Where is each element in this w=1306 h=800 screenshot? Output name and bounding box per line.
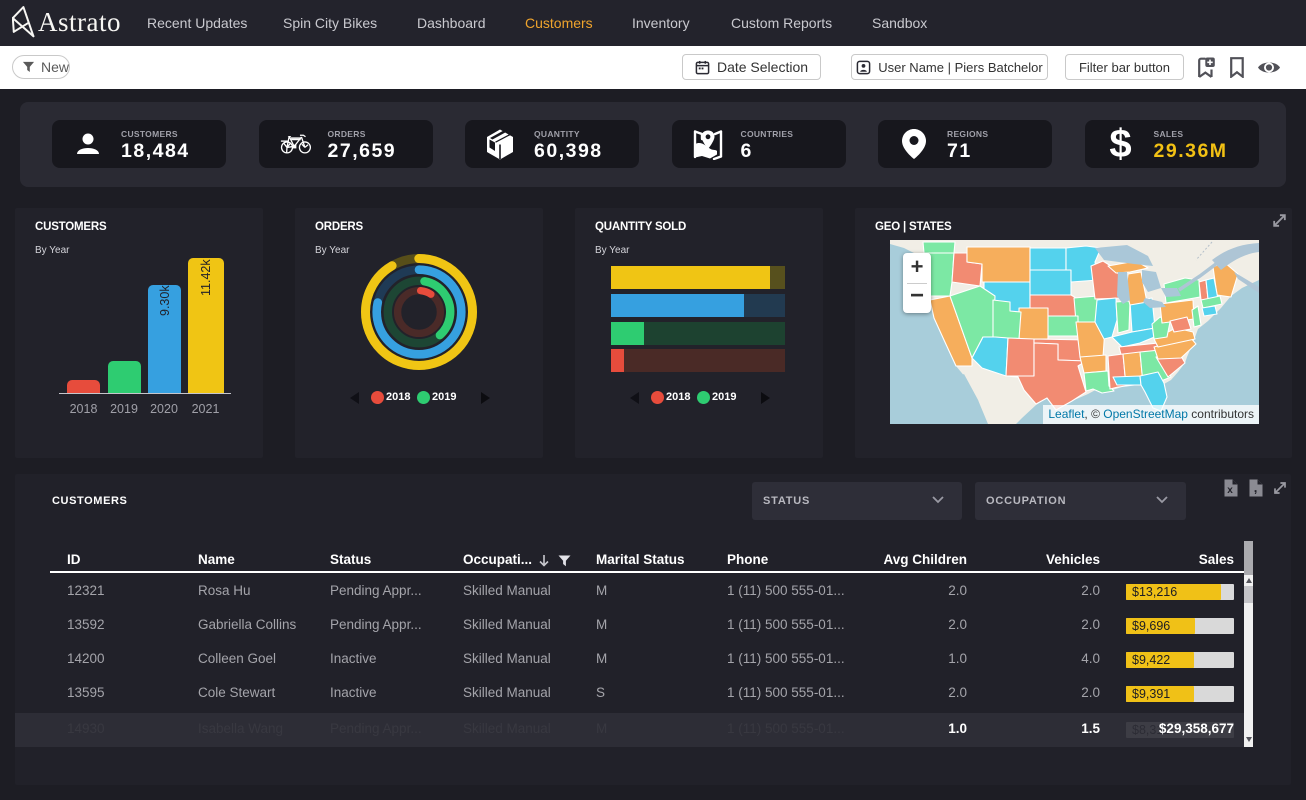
svg-text:,: , bbox=[1254, 480, 1258, 495]
svg-text:x: x bbox=[1227, 485, 1233, 496]
